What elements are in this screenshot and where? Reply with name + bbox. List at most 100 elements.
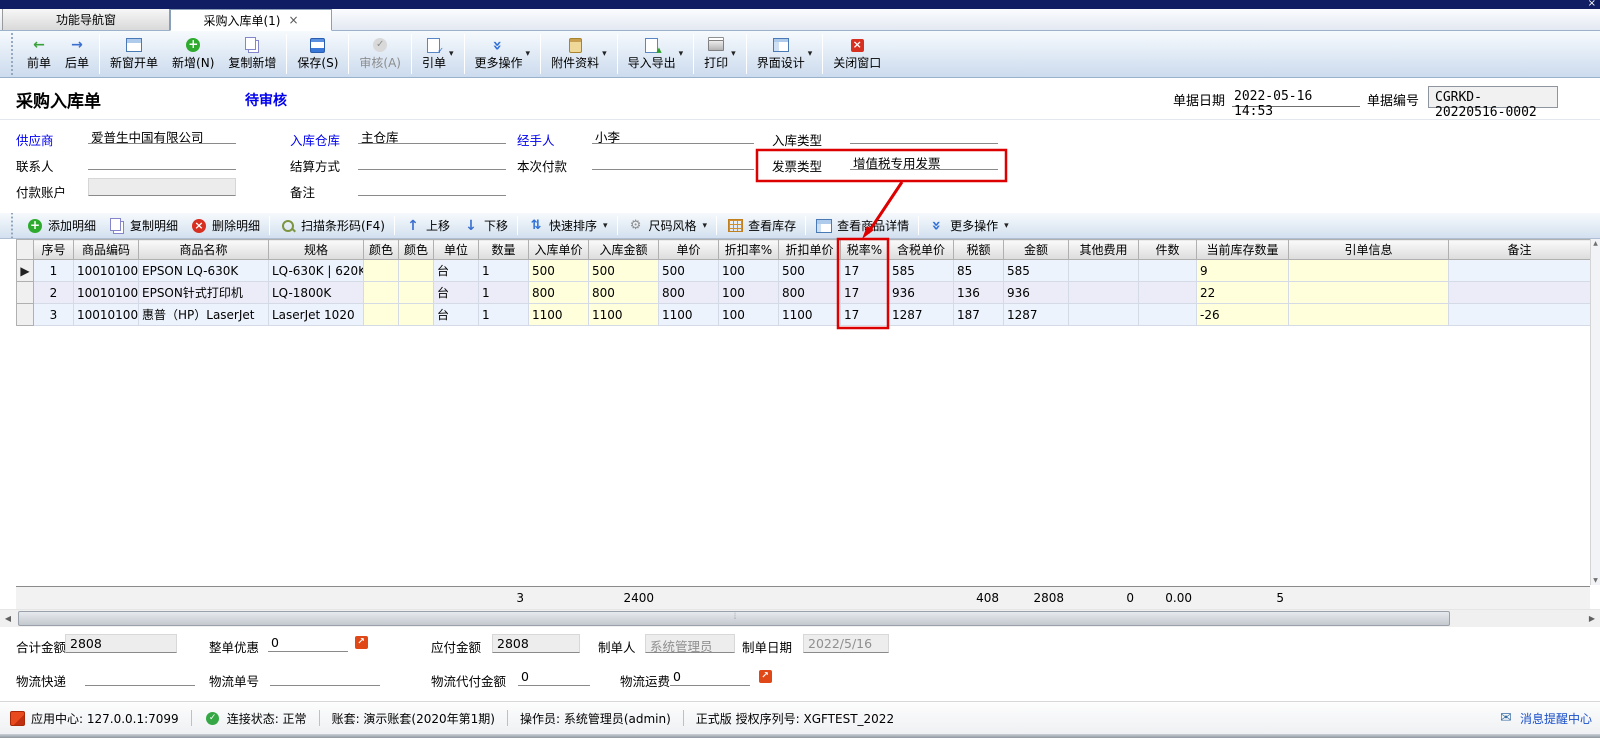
grid-header-3[interactable]: 规格 [269, 240, 364, 260]
logistics-express-field[interactable] [85, 668, 195, 686]
pull-doc-button[interactable]: 引单▾ [415, 36, 461, 73]
new-window-doc-button[interactable]: 新窗开单 [103, 36, 165, 73]
tab-purchase-inbound[interactable]: 采购入库单(1) × [170, 9, 332, 31]
horizontal-scrollbar[interactable]: ◀ ▶ [0, 609, 1600, 627]
grid-cell[interactable]: 500 [529, 260, 589, 282]
grid-cell[interactable]: LaserJet 1020 [269, 304, 364, 326]
scroll-right-icon[interactable]: ▶ [1584, 611, 1600, 627]
grid-cell[interactable] [1289, 260, 1449, 282]
add-detail-button[interactable]: 添加明细 [20, 215, 102, 236]
scrollbar-thumb[interactable] [18, 611, 1450, 626]
copy-detail-button[interactable]: 复制明细 [102, 215, 184, 236]
message-center-link[interactable]: 消息提醒中心 [1497, 710, 1592, 727]
ui-design-button[interactable]: 界面设计▾ [750, 36, 820, 73]
grid-cell[interactable]: 22 [1197, 282, 1289, 304]
grid-cell[interactable]: 1287 [1004, 304, 1069, 326]
window-close-icon[interactable]: × [1588, 0, 1596, 9]
size-style-button[interactable]: 尺码风格▾ [621, 215, 714, 236]
doc-date-field[interactable]: 2022-05-16 14:53 [1232, 87, 1360, 107]
close-window-button[interactable]: 关闭窗口 [826, 36, 888, 73]
grid-header-9[interactable]: 入库金额 [589, 240, 659, 260]
grid-cell[interactable]: 100 [719, 304, 779, 326]
grid-cell[interactable]: 85 [954, 260, 1004, 282]
grid-header-2[interactable]: 商品名称 [139, 240, 269, 260]
save-button[interactable]: 保存(S) [290, 36, 345, 73]
grid-header-0[interactable]: 序号 [34, 240, 74, 260]
inbound-type-field[interactable] [850, 126, 998, 144]
doc-discount-field[interactable]: 0 [268, 634, 348, 652]
grid-cell[interactable]: 1 [479, 304, 529, 326]
grid-cell[interactable]: 1 [34, 260, 74, 282]
grid-cell[interactable] [1139, 260, 1197, 282]
grid-cell[interactable] [399, 304, 434, 326]
grid-header-15[interactable]: 税额 [954, 240, 1004, 260]
grid-header-11[interactable]: 折扣率% [719, 240, 779, 260]
view-stock-button[interactable]: 查看库存 [720, 215, 802, 236]
grid-cell[interactable]: LQ-1800K [269, 282, 364, 304]
grid-cell[interactable] [1069, 260, 1139, 282]
grid-cell[interactable] [1289, 304, 1449, 326]
grid-header-4[interactable]: 颜色 [364, 240, 399, 260]
logistics-paid-field[interactable]: 0 [518, 668, 590, 686]
grid-header-7[interactable]: 数量 [479, 240, 529, 260]
grid-cell[interactable]: 1287 [889, 304, 954, 326]
tab-close-icon[interactable]: × [288, 13, 298, 27]
grid-cell[interactable] [399, 282, 434, 304]
size-style-dropdown-icon[interactable]: ▾ [703, 221, 708, 231]
grid-cell[interactable]: 800 [529, 282, 589, 304]
prev-doc-button[interactable]: 前单 [20, 36, 58, 73]
payment-now-field[interactable] [592, 152, 754, 170]
grid-cell[interactable] [364, 260, 399, 282]
grid-cell[interactable]: 台 [434, 260, 479, 282]
scan-barcode-button[interactable]: 扫描条形码(F4) [273, 215, 391, 236]
grid-header-21[interactable]: 备注 [1449, 240, 1591, 260]
grid-cell[interactable] [399, 260, 434, 282]
grid-header-12[interactable]: 折扣单价 [779, 240, 841, 260]
grid-row-selector[interactable]: ▶ [17, 260, 34, 282]
grid-cell[interactable]: 1100 [529, 304, 589, 326]
edit-logistics-fee-icon[interactable] [756, 669, 774, 684]
grid-cell[interactable]: 500 [589, 260, 659, 282]
grid-header-17[interactable]: 其他费用 [1069, 240, 1139, 260]
grid-cell[interactable]: 17 [841, 282, 889, 304]
quick-sort-dropdown-icon[interactable]: ▾ [603, 221, 608, 231]
more-actions-2-dropdown-icon[interactable]: ▾ [1004, 221, 1009, 231]
grid-cell[interactable]: 1100 [589, 304, 659, 326]
grid-cell[interactable]: 936 [1004, 282, 1069, 304]
grid-cell[interactable]: 17 [841, 260, 889, 282]
move-up-button[interactable]: 上移 [398, 215, 456, 236]
grid-cell[interactable]: 惠普（HP）LaserJet [139, 304, 269, 326]
grid-header-8[interactable]: 入库单价 [529, 240, 589, 260]
grid-cell[interactable]: 800 [589, 282, 659, 304]
grid-selector-header[interactable] [17, 240, 34, 260]
grid-cell[interactable] [364, 304, 399, 326]
grid-cell[interactable] [1069, 304, 1139, 326]
pull-doc-dropdown-icon[interactable]: ▾ [449, 49, 454, 59]
grid-cell[interactable] [1449, 282, 1591, 304]
grid-cell[interactable]: 800 [659, 282, 719, 304]
invoice-type-field[interactable]: 增值税专用发票 [850, 152, 998, 170]
more-actions-button[interactable]: 更多操作▾ [468, 36, 538, 73]
logistics-fee-field[interactable]: 0 [670, 668, 750, 686]
grid-header-16[interactable]: 金额 [1004, 240, 1069, 260]
grid-cell[interactable] [1289, 282, 1449, 304]
grid-cell[interactable]: 500 [779, 260, 841, 282]
grid-cell[interactable] [1069, 282, 1139, 304]
scroll-up-icon[interactable]: ▲ [1593, 240, 1598, 247]
grid-cell[interactable]: 585 [889, 260, 954, 282]
move-down-button[interactable]: 下移 [456, 215, 514, 236]
settle-method-field[interactable] [358, 152, 506, 170]
grid-cell[interactable]: 1 [479, 282, 529, 304]
grid-row-selector[interactable] [17, 304, 34, 326]
grid-cell[interactable] [1449, 304, 1591, 326]
remark-field[interactable] [358, 178, 506, 196]
grid-header-5[interactable]: 颜色 [399, 240, 434, 260]
print-button[interactable]: 打印▾ [697, 36, 743, 73]
scroll-down-icon[interactable]: ▼ [1593, 577, 1598, 584]
print-dropdown-icon[interactable]: ▾ [731, 49, 736, 59]
grid-cell[interactable]: 17 [841, 304, 889, 326]
copy-new-button[interactable]: 复制新增 [221, 36, 283, 73]
grid-cell[interactable]: 9 [1197, 260, 1289, 282]
grid-row-selector[interactable] [17, 282, 34, 304]
grid-cell[interactable]: -26 [1197, 304, 1289, 326]
